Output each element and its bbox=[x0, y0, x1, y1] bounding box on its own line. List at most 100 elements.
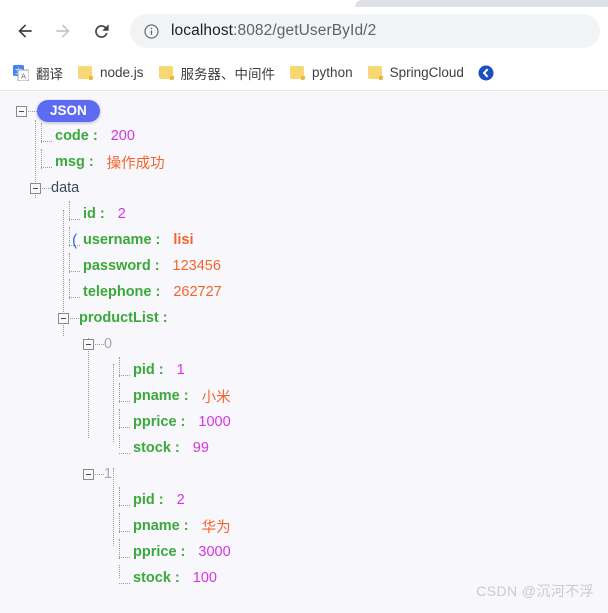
key-stock: stock : bbox=[133, 440, 180, 456]
row-data[interactable]: data bbox=[30, 175, 79, 201]
value-msg: 操作成功 bbox=[107, 152, 165, 173]
json-viewer: JSON code : 200 msg : 操作成功 data id : 2 bbox=[0, 92, 608, 613]
text-caret-artifact: ( bbox=[72, 232, 77, 250]
address-bar-url: localhost:8082/getUserById/2 bbox=[171, 22, 376, 40]
key-pprice: pprice : bbox=[133, 544, 185, 560]
key-code: code : bbox=[55, 128, 98, 144]
row-p1-pid: pid : 2 bbox=[119, 487, 185, 513]
tree-connector bbox=[119, 520, 133, 533]
key-index-0: 0 bbox=[104, 336, 112, 352]
key-username: username : bbox=[83, 232, 160, 248]
expander-toggle-root[interactable] bbox=[16, 106, 27, 117]
value-pname: 小米 bbox=[202, 386, 231, 407]
key-data: data bbox=[51, 180, 79, 196]
active-tab[interactable] bbox=[0, 0, 355, 7]
tree-connector bbox=[119, 416, 133, 429]
value-telephone: 262727 bbox=[173, 284, 221, 300]
bookmark-label: 翻译 bbox=[36, 63, 63, 83]
bookmark-servers-middleware[interactable]: 服务器、中间件 bbox=[151, 60, 283, 86]
value-code: 200 bbox=[111, 128, 135, 144]
json-root-badge: JSON bbox=[37, 100, 100, 123]
row-p1-pname: pname : 华为 bbox=[119, 513, 231, 539]
key-pprice: pprice : bbox=[133, 414, 185, 430]
key-index-1: 1 bbox=[104, 466, 112, 482]
key-pid: pid : bbox=[133, 362, 164, 378]
row-product-index-1[interactable]: 1 bbox=[83, 461, 112, 487]
key-pid: pid : bbox=[133, 492, 164, 508]
url-host: localhost bbox=[171, 22, 233, 39]
key-msg: msg : bbox=[55, 154, 94, 170]
bookmark-label: SpringCloud bbox=[390, 65, 464, 80]
svg-text:A: A bbox=[21, 72, 26, 80]
json-root-node[interactable]: JSON bbox=[16, 98, 100, 124]
tree-connector bbox=[119, 494, 133, 507]
expander-toggle-data[interactable] bbox=[30, 183, 41, 194]
tree-connector bbox=[69, 208, 83, 221]
row-p0-pname: pname : 小米 bbox=[119, 383, 231, 409]
tree-connector bbox=[41, 156, 55, 169]
key-productlist: productList : bbox=[79, 310, 168, 326]
url-path: :8082/getUserById/2 bbox=[233, 22, 376, 39]
row-p0-pprice: pprice : 1000 bbox=[119, 409, 231, 435]
watermark: CSDN @沉河不浮 bbox=[476, 581, 594, 601]
row-productlist[interactable]: productList : bbox=[58, 305, 168, 331]
tab-strip-background bbox=[355, 0, 608, 7]
folder-icon bbox=[158, 65, 174, 81]
value-pprice: 3000 bbox=[198, 544, 230, 560]
row-p0-stock: stock : 99 bbox=[119, 435, 209, 461]
bookmark-nodejs[interactable]: node.js bbox=[70, 62, 151, 84]
value-username: lisi bbox=[173, 232, 193, 248]
row-p1-pprice: pprice : 3000 bbox=[119, 539, 231, 565]
google-translate-icon: 文 A bbox=[13, 65, 29, 81]
expander-toggle-productlist[interactable] bbox=[58, 313, 69, 324]
bookmark-python[interactable]: python bbox=[282, 62, 360, 84]
tree-connector bbox=[119, 390, 133, 403]
tree-guide-line bbox=[113, 468, 114, 546]
bookmark-label: 服务器、中间件 bbox=[181, 63, 276, 83]
blue-circle-icon bbox=[478, 65, 494, 81]
key-pname: pname : bbox=[133, 518, 189, 534]
row-product-index-0[interactable]: 0 bbox=[83, 331, 112, 357]
expander-toggle-product-0[interactable] bbox=[83, 339, 94, 350]
tree-connector bbox=[95, 474, 104, 475]
info-circle-icon[interactable] bbox=[142, 22, 160, 40]
value-password: 123456 bbox=[173, 258, 221, 274]
address-bar[interactable]: localhost:8082/getUserById/2 bbox=[130, 14, 600, 48]
value-stock: 99 bbox=[193, 440, 209, 456]
key-pname: pname : bbox=[133, 388, 189, 404]
bookmark-overflow[interactable] bbox=[471, 62, 508, 84]
tree-connector bbox=[119, 546, 133, 559]
value-pprice: 1000 bbox=[198, 414, 230, 430]
key-id: id : bbox=[83, 206, 105, 222]
key-telephone: telephone : bbox=[83, 284, 160, 300]
back-button[interactable] bbox=[8, 14, 42, 48]
row-p1-stock: stock : 100 bbox=[119, 565, 217, 591]
bookmark-springcloud[interactable]: SpringCloud bbox=[360, 62, 471, 84]
reload-button[interactable] bbox=[84, 14, 118, 48]
bookmark-label: python bbox=[312, 65, 353, 80]
row-p0-pid: pid : 1 bbox=[119, 357, 185, 383]
tree-connector bbox=[70, 318, 79, 319]
value-pname: 华为 bbox=[202, 516, 231, 537]
reload-icon bbox=[92, 22, 111, 41]
value-stock: 100 bbox=[193, 570, 217, 586]
tree-connector bbox=[69, 260, 83, 273]
bookmark-translate[interactable]: 文 A 翻译 bbox=[6, 60, 70, 86]
key-stock: stock : bbox=[133, 570, 180, 586]
browser-window: localhost:8082/getUserById/2 文 A 翻译 node… bbox=[0, 0, 608, 613]
value-pid: 1 bbox=[177, 362, 185, 378]
tree-connector bbox=[119, 442, 133, 455]
tree-guide-line bbox=[113, 364, 114, 442]
tree-connector bbox=[41, 130, 55, 143]
tab-strip bbox=[0, 0, 608, 7]
tree-connector bbox=[95, 344, 104, 345]
row-password: password : 123456 bbox=[69, 253, 221, 279]
row-telephone: telephone : 262727 bbox=[69, 279, 222, 305]
tree-connector bbox=[69, 286, 83, 299]
expander-toggle-product-1[interactable] bbox=[83, 469, 94, 480]
row-code: code : 200 bbox=[41, 123, 135, 149]
tree-connector bbox=[42, 188, 51, 189]
key-password: password : bbox=[83, 258, 160, 274]
row-username: ( username : lisi bbox=[69, 227, 194, 253]
value-id: 2 bbox=[118, 206, 126, 222]
